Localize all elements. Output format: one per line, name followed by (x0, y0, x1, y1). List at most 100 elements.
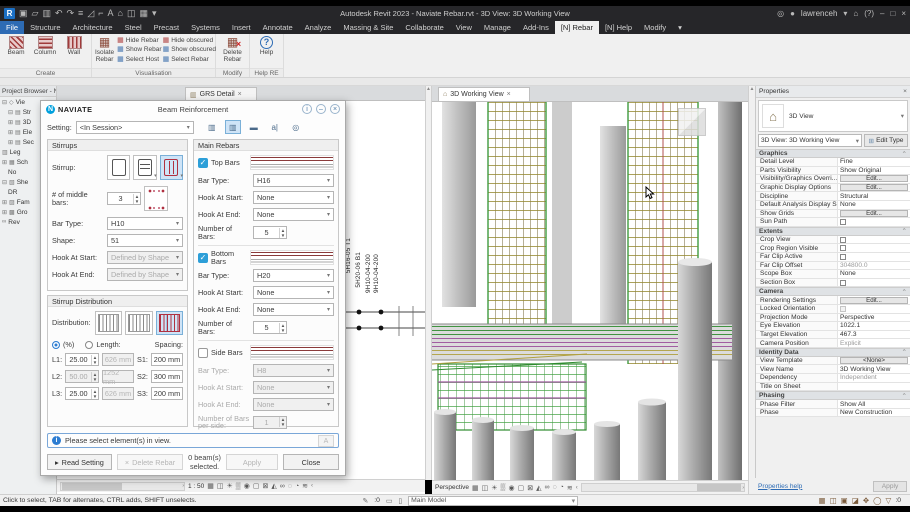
open-icon[interactable]: ▱ (32, 9, 39, 18)
bottom-hook-end-combo[interactable]: None▾ (253, 303, 334, 316)
tree-toggle-icon[interactable]: ⊟ (2, 179, 7, 186)
reveal-hidden-icon[interactable]: ◌ (552, 484, 556, 491)
right-pane-vertical-scrollbar[interactable]: ▲ (748, 86, 755, 494)
view-tab-3d-working-view[interactable]: ⌂ 3D Working View × (438, 87, 530, 101)
stirrup-bar-type-combo[interactable]: H10▾ (107, 217, 183, 230)
horizontal-scrollbar[interactable]: › (581, 483, 745, 492)
group-label-modify[interactable]: Modify (216, 68, 249, 77)
left-pane-vertical-scrollbar[interactable]: ▲ (425, 86, 432, 480)
crop-region-icon[interactable]: ⊠ (263, 482, 269, 490)
isolate-rebar-button[interactable]: ▦ Isolate Rebar (95, 36, 114, 63)
close-icon[interactable]: × (330, 104, 340, 114)
stirrup-middle-vertical-option[interactable]: ▾ (160, 155, 183, 180)
top-bars-checkbox[interactable]: ✓ (198, 158, 208, 168)
property-value[interactable]: 1022.1 (840, 322, 860, 329)
bottom-bar-type-combo[interactable]: H20▾ (253, 269, 334, 282)
beam-button[interactable]: Beam (3, 36, 29, 57)
rename-setting-icon[interactable]: a| (267, 120, 283, 134)
collapse-arrow-icon[interactable]: ‹ (311, 483, 313, 489)
filter-icon[interactable]: ▽ (886, 496, 892, 505)
top-bar-type-combo[interactable]: H16▾ (253, 174, 334, 187)
column-button[interactable]: Column (32, 36, 58, 57)
length-radio[interactable] (85, 341, 93, 349)
ribbon-tab-precast[interactable]: Precast (148, 21, 185, 34)
middle-bars-stepper[interactable]: 3▲▼ (107, 192, 141, 205)
bottom-number-of-bars-stepper[interactable]: 5▲▼ (253, 321, 287, 334)
view-selector-combo[interactable]: 3D View: 3D Working View▾ (758, 134, 862, 147)
property-group-identity-data[interactable]: Identity Data⌃ (756, 348, 910, 357)
property-value[interactable]: Show All (840, 401, 865, 408)
property-checkbox[interactable] (840, 280, 846, 286)
model-display-icon[interactable]: ▦ (472, 484, 479, 492)
select-host-button[interactable]: ▦Select Host (117, 55, 161, 64)
top-hook-start-combo[interactable]: None▾ (253, 191, 334, 204)
collapse-group-icon[interactable]: ⌃ (901, 392, 907, 400)
sun-path-icon[interactable]: ☀ (491, 484, 497, 492)
wall-button[interactable]: Wall (61, 36, 87, 57)
crop-view-icon[interactable]: ▢ (253, 482, 260, 490)
top-hook-end-combo[interactable]: None▾ (253, 208, 334, 221)
3d-viewport-canvas[interactable] (432, 102, 748, 480)
group-label-create[interactable]: Create (0, 68, 91, 77)
file-menu-icon[interactable]: ▣ (19, 9, 28, 18)
property-value[interactable]: Perspective (840, 314, 874, 321)
tree-toggle-icon[interactable]: ⊞ (2, 159, 7, 166)
tree-toggle-icon[interactable]: ⊞ (8, 139, 13, 146)
property-value[interactable]: None (840, 201, 856, 208)
hide-rebar-button[interactable]: ▦Hide Rebar (117, 36, 161, 45)
thin-lines-icon[interactable]: ▦ (139, 9, 148, 18)
view-cube[interactable] (678, 108, 706, 136)
stirrup-middle-horizontal-option[interactable]: ▾ (133, 155, 156, 180)
property-edit-button[interactable]: Edit... (840, 297, 908, 304)
ribbon-tab--[interactable]: ▾ (672, 21, 688, 34)
property-value[interactable]: 467.3 (840, 331, 857, 338)
isolate-icon[interactable]: ∞ (544, 484, 549, 491)
signed-in-user[interactable]: lawrenceh (801, 9, 837, 18)
default-3d-view-icon[interactable]: ⌂ (118, 9, 123, 18)
property-edit-button[interactable]: <None> (840, 357, 908, 364)
worksharing-icon[interactable]: ◔ (560, 484, 564, 491)
ribbon-tab-manage[interactable]: Manage (478, 21, 517, 34)
group-label-help[interactable]: Help RE (250, 68, 283, 77)
property-checkbox[interactable] (840, 219, 846, 225)
collapse-arrow-icon[interactable]: ‹ (576, 485, 578, 491)
isolate-icon[interactable]: ∞ (280, 483, 285, 490)
tree-toggle-icon[interactable]: ⊞ (8, 119, 13, 126)
show-obscured-button[interactable]: ▦Show obscured (163, 46, 216, 55)
ribbon-tab-structure[interactable]: Structure (24, 21, 66, 34)
setting-combo[interactable]: <In Session>▾ (76, 121, 194, 134)
reveal-hidden-icon[interactable]: ◌ (288, 483, 292, 490)
search-icon[interactable]: ◎ (777, 9, 784, 18)
properties-help-link[interactable]: Properties help (758, 483, 802, 490)
view-tab-grs-detail[interactable]: ▥ GRS Detail × (185, 87, 257, 101)
face-select-toggle-icon[interactable]: ◪ (852, 496, 859, 505)
help-button[interactable]: ? Help (254, 36, 280, 57)
tree-toggle-icon[interactable]: ⊞ (8, 129, 13, 136)
crop-region-icon[interactable]: ⊠ (527, 484, 533, 492)
s3-spacing-field[interactable]: 200 mm (151, 387, 183, 400)
bottom-hook-start-combo[interactable]: None▾ (253, 286, 334, 299)
side-bars-checkbox[interactable]: ✓ (198, 348, 208, 358)
search-setting-icon[interactable]: ◎ (288, 120, 304, 134)
visual-style-icon[interactable]: ◫ (482, 484, 489, 492)
properties-apply-button[interactable]: Apply (873, 481, 907, 492)
ribbon-tab-modify[interactable]: Modify (638, 21, 672, 34)
tree-toggle-icon[interactable]: ⊞ (2, 199, 7, 206)
help-icon[interactable]: (?) (864, 9, 874, 18)
property-edit-button[interactable]: Edit... (840, 184, 908, 191)
tree-toggle-icon[interactable]: ⊟ (8, 109, 13, 116)
projection-label[interactable]: Perspective (435, 484, 469, 491)
l1-percent-stepper[interactable]: 25.00▲▼ (65, 353, 99, 366)
close-icon[interactable]: × (903, 88, 907, 95)
property-group-camera[interactable]: Camera⌃ (756, 287, 910, 296)
aligned-dimension-icon[interactable]: ⌐ (98, 9, 103, 18)
print-icon[interactable]: ≡ (78, 9, 83, 18)
lock-view-icon[interactable]: ◭ (536, 484, 541, 492)
close-icon[interactable]: × (901, 9, 906, 18)
section-icon[interactable]: ◫ (127, 9, 136, 18)
hide-obscured-button[interactable]: ▦Hide obscured (163, 36, 216, 45)
sun-path-icon[interactable]: ☀ (227, 482, 233, 490)
info-icon[interactable]: i (302, 104, 312, 114)
render-icon[interactable]: ◉ (244, 482, 250, 490)
tree-toggle-icon[interactable]: ⊟ (2, 99, 7, 106)
